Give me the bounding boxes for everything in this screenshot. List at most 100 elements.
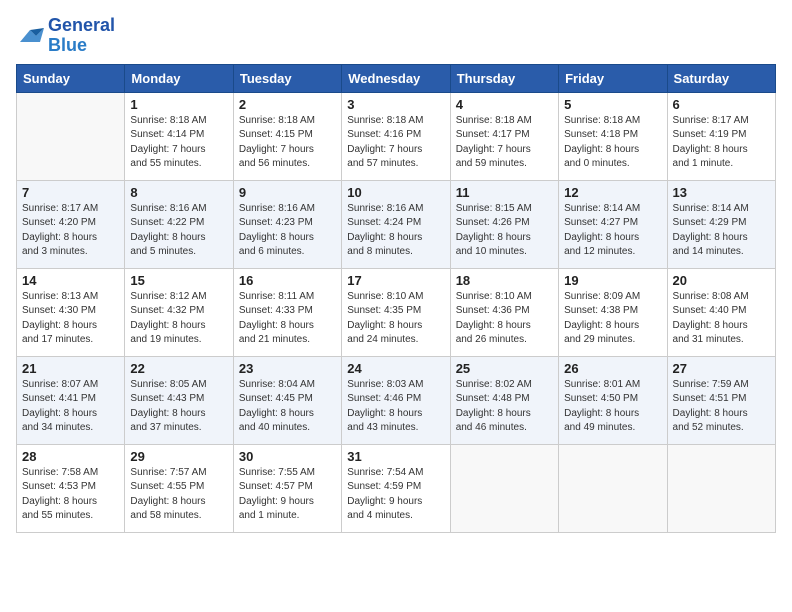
day-info: Sunrise: 8:17 AM Sunset: 4:20 PM Dayligh… xyxy=(22,202,119,260)
logo: General Blue xyxy=(16,16,115,56)
header-monday: Monday xyxy=(125,64,233,92)
day-cell: 26 Sunrise: 8:01 AM Sunset: 4:50 PM Dayli… xyxy=(559,356,667,444)
day-number: 19 xyxy=(564,273,661,288)
day-info: Sunrise: 8:14 AM Sunset: 4:27 PM Dayligh… xyxy=(564,202,661,260)
day-cell xyxy=(667,444,775,532)
day-number: 29 xyxy=(130,449,227,464)
day-number: 7 xyxy=(22,185,119,200)
day-info: Sunrise: 7:55 AM Sunset: 4:57 PM Dayligh… xyxy=(239,466,336,524)
day-cell: 2 Sunrise: 8:18 AM Sunset: 4:15 PM Daylig… xyxy=(233,92,341,180)
header-saturday: Saturday xyxy=(667,64,775,92)
day-info: Sunrise: 8:10 AM Sunset: 4:35 PM Dayligh… xyxy=(347,290,444,348)
day-info: Sunrise: 8:16 AM Sunset: 4:22 PM Dayligh… xyxy=(130,202,227,260)
day-number: 24 xyxy=(347,361,444,376)
day-info: Sunrise: 8:18 AM Sunset: 4:16 PM Dayligh… xyxy=(347,114,444,172)
day-cell: 12Sunrise: 8:14 AM Sunset: 4:27 PM Dayli… xyxy=(559,180,667,268)
day-cell: 16Sunrise: 8:11 AM Sunset: 4:33 PM Dayli… xyxy=(233,268,341,356)
day-number: 2 xyxy=(239,97,336,112)
day-number: 5 xyxy=(564,97,661,112)
day-info: Sunrise: 8:10 AM Sunset: 4:36 PM Dayligh… xyxy=(456,290,553,348)
day-cell: 27 Sunrise: 7:59 AM Sunset: 4:51 PM Dayli… xyxy=(667,356,775,444)
day-number: 25 xyxy=(456,361,553,376)
day-cell: 13 Sunrise: 8:14 AM Sunset: 4:29 PM Dayli… xyxy=(667,180,775,268)
day-info: Sunrise: 7:59 AM Sunset: 4:51 PM Dayligh… xyxy=(673,378,770,436)
header-thursday: Thursday xyxy=(450,64,558,92)
day-number: 17 xyxy=(347,273,444,288)
day-number: 23 xyxy=(239,361,336,376)
day-info: Sunrise: 8:12 AM Sunset: 4:32 PM Dayligh… xyxy=(130,290,227,348)
day-number: 6 xyxy=(673,97,770,112)
week-row-4: 21 Sunrise: 8:07 AM Sunset: 4:41 PM Dayli… xyxy=(17,356,776,444)
day-cell: 31 Sunrise: 7:54 AM Sunset: 4:59 PM Dayli… xyxy=(342,444,450,532)
week-row-3: 14 Sunrise: 8:13 AM Sunset: 4:30 PM Dayli… xyxy=(17,268,776,356)
day-number: 22 xyxy=(130,361,227,376)
day-cell: 14 Sunrise: 8:13 AM Sunset: 4:30 PM Dayli… xyxy=(17,268,125,356)
day-cell: 23 Sunrise: 8:04 AM Sunset: 4:45 PM Dayli… xyxy=(233,356,341,444)
day-cell: 10 Sunrise: 8:16 AM Sunset: 4:24 PM Dayli… xyxy=(342,180,450,268)
day-number: 26 xyxy=(564,361,661,376)
day-cell: 3 Sunrise: 8:18 AM Sunset: 4:16 PM Daylig… xyxy=(342,92,450,180)
day-info: Sunrise: 8:17 AM Sunset: 4:19 PM Dayligh… xyxy=(673,114,770,172)
day-info: Sunrise: 8:18 AM Sunset: 4:17 PM Dayligh… xyxy=(456,114,553,172)
day-info: Sunrise: 8:16 AM Sunset: 4:23 PM Dayligh… xyxy=(239,202,336,260)
day-info: Sunrise: 8:04 AM Sunset: 4:45 PM Dayligh… xyxy=(239,378,336,436)
day-cell: 18Sunrise: 8:10 AM Sunset: 4:36 PM Dayli… xyxy=(450,268,558,356)
header-sunday: Sunday xyxy=(17,64,125,92)
day-cell: 22Sunrise: 8:05 AM Sunset: 4:43 PM Dayli… xyxy=(125,356,233,444)
day-number: 21 xyxy=(22,361,119,376)
day-number: 31 xyxy=(347,449,444,464)
day-info: Sunrise: 8:13 AM Sunset: 4:30 PM Dayligh… xyxy=(22,290,119,348)
day-number: 14 xyxy=(22,273,119,288)
day-info: Sunrise: 8:07 AM Sunset: 4:41 PM Dayligh… xyxy=(22,378,119,436)
day-cell: 21 Sunrise: 8:07 AM Sunset: 4:41 PM Dayli… xyxy=(17,356,125,444)
day-cell: 25 Sunrise: 8:02 AM Sunset: 4:48 PM Dayli… xyxy=(450,356,558,444)
day-number: 13 xyxy=(673,185,770,200)
day-cell: 20 Sunrise: 8:08 AM Sunset: 4:40 PM Dayli… xyxy=(667,268,775,356)
header-friday: Friday xyxy=(559,64,667,92)
day-cell: 19 Sunrise: 8:09 AM Sunset: 4:38 PM Dayli… xyxy=(559,268,667,356)
day-cell: 6 Sunrise: 8:17 AM Sunset: 4:19 PM Daylig… xyxy=(667,92,775,180)
week-row-5: 28Sunrise: 7:58 AM Sunset: 4:53 PM Dayli… xyxy=(17,444,776,532)
day-number: 9 xyxy=(239,185,336,200)
day-info: Sunrise: 8:18 AM Sunset: 4:14 PM Dayligh… xyxy=(130,114,227,172)
logo-text: General Blue xyxy=(48,16,115,56)
day-number: 27 xyxy=(673,361,770,376)
header-row: SundayMondayTuesdayWednesdayThursdayFrid… xyxy=(17,64,776,92)
day-cell xyxy=(450,444,558,532)
day-cell xyxy=(559,444,667,532)
day-cell: 17 Sunrise: 8:10 AM Sunset: 4:35 PM Dayli… xyxy=(342,268,450,356)
header-wednesday: Wednesday xyxy=(342,64,450,92)
day-info: Sunrise: 8:14 AM Sunset: 4:29 PM Dayligh… xyxy=(673,202,770,260)
day-cell: 28Sunrise: 7:58 AM Sunset: 4:53 PM Dayli… xyxy=(17,444,125,532)
header-tuesday: Tuesday xyxy=(233,64,341,92)
day-info: Sunrise: 7:58 AM Sunset: 4:53 PM Dayligh… xyxy=(22,466,119,524)
day-number: 4 xyxy=(456,97,553,112)
day-cell: 9 Sunrise: 8:16 AM Sunset: 4:23 PM Daylig… xyxy=(233,180,341,268)
day-info: Sunrise: 7:54 AM Sunset: 4:59 PM Dayligh… xyxy=(347,466,444,524)
day-info: Sunrise: 8:16 AM Sunset: 4:24 PM Dayligh… xyxy=(347,202,444,260)
day-info: Sunrise: 8:18 AM Sunset: 4:18 PM Dayligh… xyxy=(564,114,661,172)
day-info: Sunrise: 8:09 AM Sunset: 4:38 PM Dayligh… xyxy=(564,290,661,348)
day-cell: 1 Sunrise: 8:18 AM Sunset: 4:14 PM Daylig… xyxy=(125,92,233,180)
day-cell: 11Sunrise: 8:15 AM Sunset: 4:26 PM Dayli… xyxy=(450,180,558,268)
day-info: Sunrise: 8:08 AM Sunset: 4:40 PM Dayligh… xyxy=(673,290,770,348)
day-cell: 7 Sunrise: 8:17 AM Sunset: 4:20 PM Daylig… xyxy=(17,180,125,268)
day-number: 1 xyxy=(130,97,227,112)
day-cell: 29Sunrise: 7:57 AM Sunset: 4:55 PM Dayli… xyxy=(125,444,233,532)
day-number: 10 xyxy=(347,185,444,200)
day-cell: 4 Sunrise: 8:18 AM Sunset: 4:17 PM Daylig… xyxy=(450,92,558,180)
day-info: Sunrise: 8:18 AM Sunset: 4:15 PM Dayligh… xyxy=(239,114,336,172)
day-cell: 24 Sunrise: 8:03 AM Sunset: 4:46 PM Dayli… xyxy=(342,356,450,444)
day-info: Sunrise: 8:02 AM Sunset: 4:48 PM Dayligh… xyxy=(456,378,553,436)
day-info: Sunrise: 8:01 AM Sunset: 4:50 PM Dayligh… xyxy=(564,378,661,436)
day-cell: 15Sunrise: 8:12 AM Sunset: 4:32 PM Dayli… xyxy=(125,268,233,356)
day-info: Sunrise: 8:11 AM Sunset: 4:33 PM Dayligh… xyxy=(239,290,336,348)
day-info: Sunrise: 8:15 AM Sunset: 4:26 PM Dayligh… xyxy=(456,202,553,260)
week-row-1: 1 Sunrise: 8:18 AM Sunset: 4:14 PM Daylig… xyxy=(17,92,776,180)
calendar-table: SundayMondayTuesdayWednesdayThursdayFrid… xyxy=(16,64,776,533)
day-number: 3 xyxy=(347,97,444,112)
day-number: 30 xyxy=(239,449,336,464)
day-cell: 8Sunrise: 8:16 AM Sunset: 4:22 PM Daylig… xyxy=(125,180,233,268)
day-info: Sunrise: 8:03 AM Sunset: 4:46 PM Dayligh… xyxy=(347,378,444,436)
day-number: 20 xyxy=(673,273,770,288)
